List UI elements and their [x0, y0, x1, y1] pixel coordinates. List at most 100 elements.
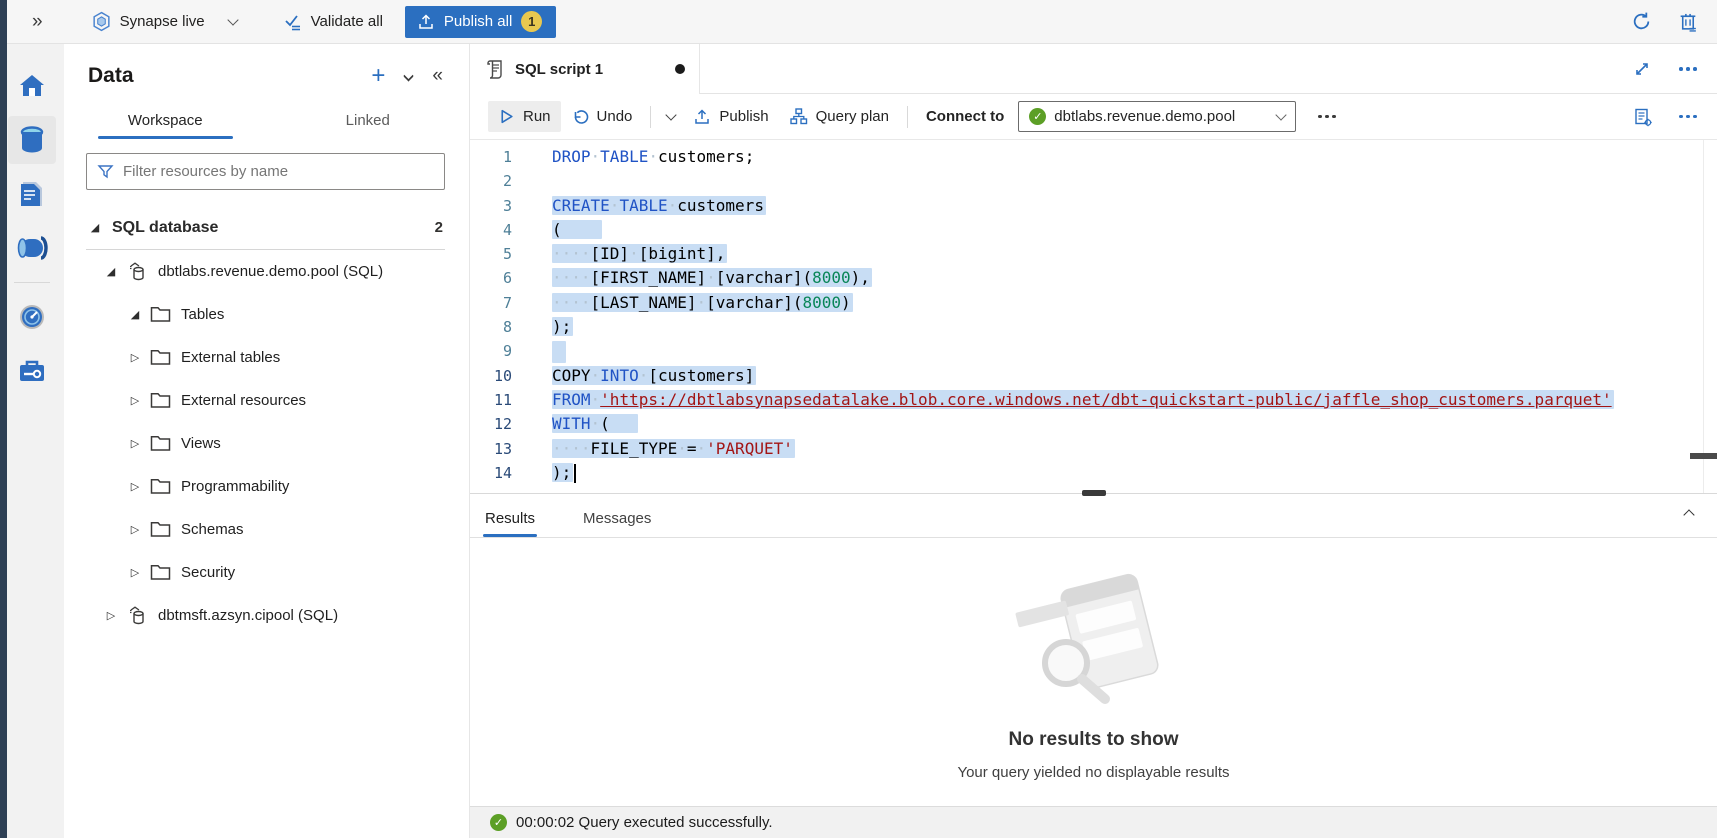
tree-item-views[interactable]: ▷ Views: [64, 422, 469, 465]
pane-resize-grip[interactable]: [1082, 490, 1106, 496]
editor-more-options-icon[interactable]: [1679, 115, 1697, 119]
query-plan-button[interactable]: Query plan: [779, 100, 899, 133]
line-number: 3: [470, 194, 520, 218]
nav-develop-icon[interactable]: [8, 170, 56, 218]
tree-item-external-tables[interactable]: ▷External tables: [64, 336, 469, 379]
sql-pool-icon: [126, 605, 148, 627]
code-line[interactable]: 1DROP·TABLE·customers;: [470, 145, 1717, 169]
publish-button[interactable]: Publish: [683, 101, 778, 133]
line-number: 13: [470, 437, 520, 461]
tree-item-external-resources[interactable]: ▷External resources: [64, 379, 469, 422]
line-number: 4: [470, 218, 520, 242]
collapse-twisty-icon[interactable]: ◢: [88, 221, 102, 234]
tree-item-schemas[interactable]: ▷Schemas: [64, 508, 469, 551]
collapse-twisty-icon[interactable]: ◢: [128, 308, 142, 321]
refresh-icon[interactable]: [1631, 11, 1652, 32]
success-check-icon: ✓: [490, 814, 507, 831]
text-cursor: [574, 464, 576, 483]
tree-item-label: Views: [181, 435, 221, 452]
publish-all-button[interactable]: Publish all 1: [405, 6, 556, 38]
app-edge-strip: [0, 0, 7, 838]
query-plan-label: Query plan: [816, 108, 889, 125]
tab-sql-script-1[interactable]: SQL script 1: [470, 44, 700, 94]
expand-twisty-icon[interactable]: ▷: [104, 609, 118, 622]
discard-trash-icon[interactable]: [1678, 11, 1699, 32]
tab-messages[interactable]: Messages: [581, 510, 653, 537]
code-line[interactable]: 11FROM·'https://dbtlabsynapsedatalake.bl…: [470, 388, 1717, 412]
code-line[interactable]: 13····FILE_TYPE·=·'PARQUET': [470, 437, 1717, 461]
line-number: 2: [470, 169, 520, 193]
editor-scrollbar-thumb[interactable]: [1690, 453, 1717, 459]
code-line[interactable]: 12WITH·(: [470, 412, 1717, 436]
tab-workspace[interactable]: Workspace: [64, 104, 267, 139]
expand-twisty-icon[interactable]: ▷: [128, 394, 142, 407]
expand-twisty-icon[interactable]: ▷: [128, 480, 142, 493]
code-line[interactable]: 6····[FIRST_NAME]·[varchar](8000),: [470, 266, 1717, 290]
tab-results[interactable]: Results: [483, 510, 537, 537]
nav-monitor-icon[interactable]: [8, 293, 56, 341]
tree-item-programmability[interactable]: ▷Programmability: [64, 465, 469, 508]
undo-menu-chevron-icon[interactable]: [659, 107, 683, 126]
code-line[interactable]: 5····[ID]·[bigint],: [470, 242, 1717, 266]
tab-linked[interactable]: Linked: [267, 104, 470, 139]
editor-scrollbar-track[interactable]: [1703, 140, 1704, 493]
collapse-all-icon[interactable]: [405, 75, 412, 77]
query-status-message: 00:00:02 Query executed successfully.: [516, 814, 773, 831]
sql-pool-icon: [126, 261, 148, 283]
tree-item-tables[interactable]: ◢Tables: [64, 293, 469, 336]
sql-script-icon: [486, 59, 505, 80]
connection-dropdown[interactable]: ✓ dbtlabs.revenue.demo.pool: [1018, 101, 1296, 132]
code-line[interactable]: 9: [470, 339, 1717, 363]
tree-item-dbtlabs-revenue-demo-pool-sql[interactable]: ◢dbtlabs.revenue.demo.pool (SQL): [64, 250, 469, 293]
nav-integrate-icon[interactable]: [8, 224, 56, 272]
nav-manage-icon[interactable]: [8, 347, 56, 395]
folder-icon: [150, 392, 171, 409]
add-resource-button[interactable]: +: [371, 64, 385, 88]
selection-highlight: );: [552, 317, 573, 336]
validate-all-button[interactable]: Validate all: [283, 12, 383, 32]
panel-title: Data: [88, 64, 134, 88]
nav-home-icon[interactable]: [8, 62, 56, 110]
code-line[interactable]: 2: [470, 169, 1717, 193]
expand-twisty-icon[interactable]: ▷: [128, 351, 142, 364]
expand-twisty-icon[interactable]: ▷: [128, 523, 142, 536]
code-line[interactable]: 14);: [470, 461, 1717, 485]
expand-twisty-icon[interactable]: ▷: [128, 437, 142, 450]
top-command-bar: » Synapse live: [0, 0, 1717, 44]
collapse-panel-icon[interactable]: «: [432, 65, 443, 87]
tree-item-security[interactable]: ▷Security: [64, 551, 469, 594]
filter-resources-box[interactable]: [86, 153, 445, 190]
selection-highlight: [552, 341, 566, 363]
sql-code-editor[interactable]: 1DROP·TABLE·customers;23CREATE·TABLE·cus…: [470, 140, 1717, 493]
folder-icon: [150, 349, 171, 366]
session-properties-icon[interactable]: [1633, 107, 1653, 127]
code-line[interactable]: 3CREATE·TABLE·customers: [470, 194, 1717, 218]
collapse-results-chevron-icon[interactable]: [1685, 506, 1693, 523]
code-line[interactable]: 10COPY·INTO·[customers]: [470, 364, 1717, 388]
synapse-studio-window: » Synapse live: [0, 0, 1717, 838]
folder-icon: [150, 478, 171, 495]
run-button[interactable]: Run: [488, 101, 561, 132]
tree-item-dbtmsft-azsyn-cipool-sql[interactable]: ▷dbtmsft.azsyn.cipool (SQL): [64, 594, 469, 637]
validate-check-icon: [283, 12, 303, 32]
code-line[interactable]: 7····[LAST_NAME]·[varchar](8000): [470, 291, 1717, 315]
tree-item-sql-database[interactable]: ◢SQL database2: [64, 206, 469, 249]
folder-icon: [150, 564, 171, 581]
tree-item-count: 2: [435, 219, 443, 236]
expand-twisty-icon[interactable]: ▷: [128, 566, 142, 579]
toolbar-more-options-icon[interactable]: [1318, 115, 1336, 119]
chevron-down-icon: [1276, 109, 1287, 120]
publish-count-badge: 1: [521, 11, 542, 32]
tab-more-options-icon[interactable]: [1679, 67, 1697, 71]
environment-selector[interactable]: Synapse live: [91, 11, 237, 32]
expand-editor-icon[interactable]: [1633, 60, 1651, 78]
undo-button[interactable]: Undo: [561, 101, 643, 133]
expand-sidebar-icon[interactable]: »: [32, 11, 43, 33]
filter-resources-input[interactable]: [123, 163, 434, 180]
collapse-twisty-icon[interactable]: ◢: [104, 265, 118, 278]
code-line[interactable]: 4(: [470, 218, 1717, 242]
publish-label: Publish: [719, 108, 768, 125]
line-number: 12: [470, 412, 520, 436]
nav-data-icon[interactable]: [8, 116, 56, 164]
code-line[interactable]: 8);: [470, 315, 1717, 339]
